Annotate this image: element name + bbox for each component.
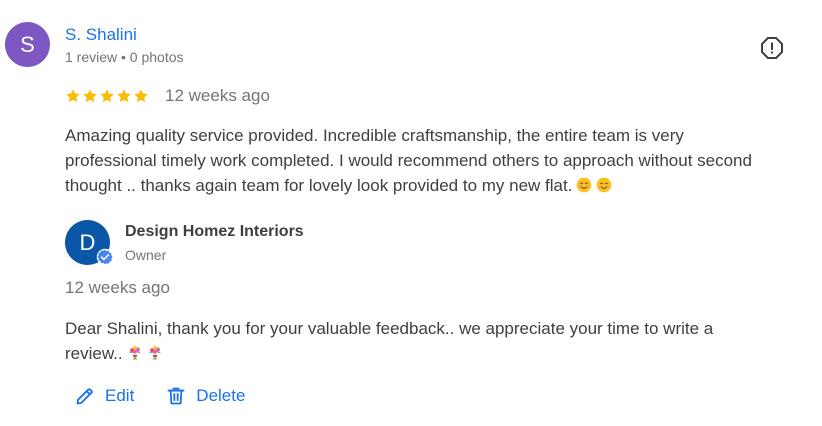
verified-badge-icon bbox=[96, 248, 114, 266]
smiling-face-emoji bbox=[577, 177, 592, 193]
review-text: Amazing quality service provided. Incred… bbox=[65, 123, 755, 198]
star-icon bbox=[100, 89, 114, 103]
reviewer-avatar[interactable]: S bbox=[5, 22, 50, 67]
report-button[interactable] bbox=[758, 34, 786, 62]
reviewer-name[interactable]: S. Shalini bbox=[65, 25, 137, 45]
rating-row: 12 weeks ago bbox=[65, 86, 270, 106]
reply-actions: Edit Delete bbox=[75, 386, 245, 406]
star-rating bbox=[65, 88, 149, 104]
reviewer-initial: S bbox=[20, 31, 35, 57]
reply-age: 12 weeks ago bbox=[65, 278, 170, 297]
delete-button[interactable]: Delete bbox=[166, 386, 245, 406]
bouquet-emoji bbox=[128, 346, 141, 360]
owner-name: Design Homez Interiors bbox=[125, 223, 304, 240]
reply-text: Dear Shalini, thank you for your valuabl… bbox=[65, 316, 765, 366]
review-card: S S. Shalini 1 review • 0 photos 12 week… bbox=[0, 0, 822, 426]
review-body: Amazing quality service provided. Incred… bbox=[65, 126, 752, 195]
edit-button[interactable]: Edit bbox=[75, 386, 134, 406]
bouquet-emoji bbox=[148, 346, 161, 360]
edit-label: Edit bbox=[105, 386, 135, 405]
star-icon bbox=[83, 89, 97, 103]
trash-icon bbox=[167, 387, 185, 405]
star-icon bbox=[134, 89, 148, 103]
owner-role: Owner bbox=[125, 247, 167, 263]
smiling-face-emoji bbox=[597, 177, 612, 193]
delete-label: Delete bbox=[196, 386, 246, 405]
reviewer-meta: 1 review • 0 photos bbox=[65, 49, 184, 65]
pencil-icon bbox=[76, 388, 93, 405]
review-age: 12 weeks ago bbox=[165, 86, 270, 105]
star-icon bbox=[117, 89, 131, 103]
star-icon bbox=[66, 89, 80, 103]
owner-initial: D bbox=[79, 229, 96, 255]
report-flag-icon bbox=[761, 37, 783, 59]
